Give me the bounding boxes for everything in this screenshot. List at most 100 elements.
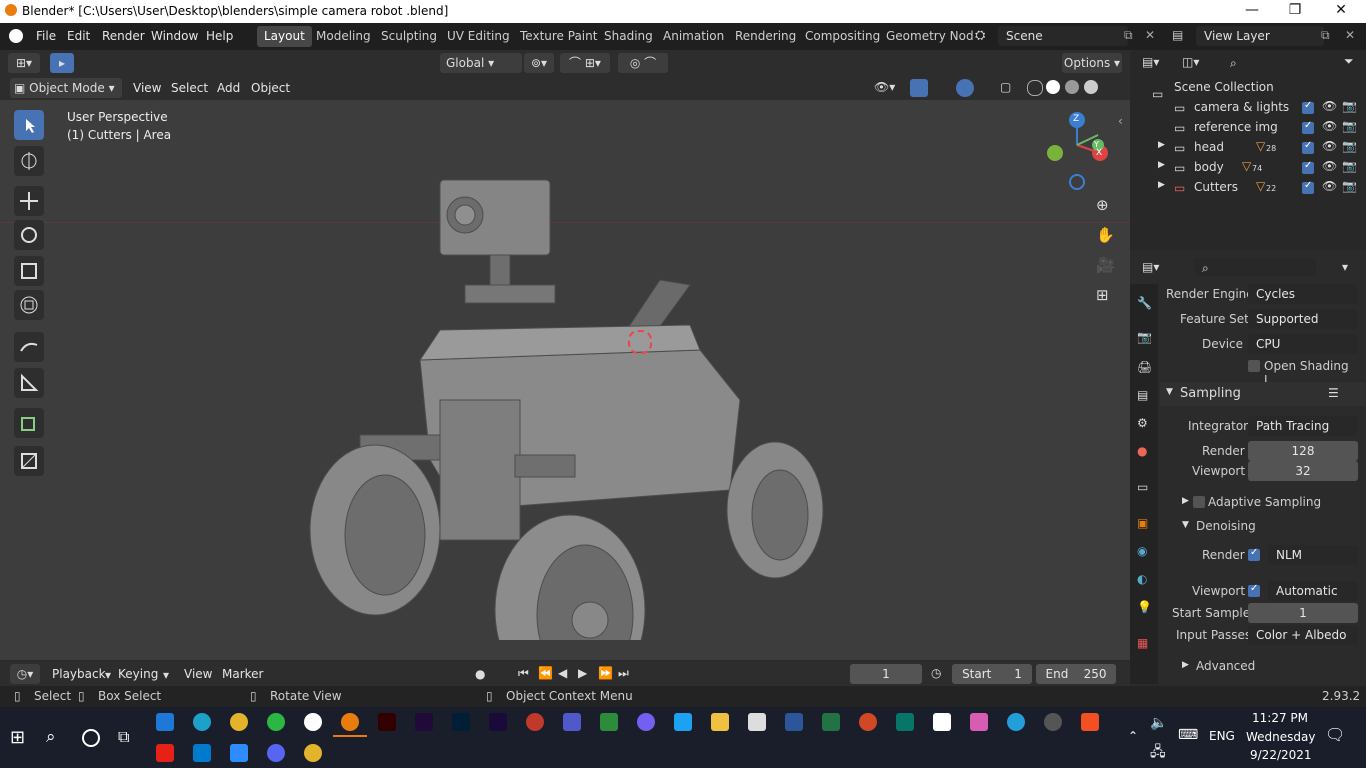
meet-icon[interactable]	[600, 713, 618, 731]
zoom-icon[interactable]: ⊕	[1096, 196, 1109, 214]
play-icon[interactable]: ▶	[578, 666, 587, 680]
outliner-row-head[interactable]: ▶ ▭ head ▽ 28 👁 📷	[1130, 138, 1366, 158]
denoise-viewport-checkbox[interactable]	[1248, 583, 1260, 597]
chrome-icon[interactable]	[230, 713, 248, 731]
input-passes-dropdown[interactable]: Color + Albedo	[1248, 625, 1358, 645]
delete-scene-icon[interactable]: ✕	[1145, 28, 1155, 42]
mail-icon[interactable]	[156, 713, 174, 731]
overlay-toggle-icon[interactable]	[956, 79, 974, 97]
exclude-checkbox[interactable]	[1302, 180, 1314, 194]
jump-end-icon[interactable]: ⏭	[618, 666, 629, 681]
adaptive-sampling-checkbox[interactable]	[1193, 496, 1205, 508]
sampling-panel-header[interactable]: ▼ Sampling ☰	[1160, 382, 1366, 406]
collapse-arrow-icon[interactable]: ▼	[1182, 520, 1189, 530]
camera-render-icon[interactable]: 📷	[1342, 99, 1357, 113]
chrome-alt-icon[interactable]	[304, 744, 322, 762]
camera-render-icon[interactable]: 📷	[1342, 119, 1357, 133]
file-explorer-icon[interactable]	[711, 713, 729, 731]
tab-compositing[interactable]: Compositing	[798, 26, 887, 47]
office-icon[interactable]	[1081, 713, 1099, 731]
edge-icon[interactable]	[193, 713, 211, 731]
keying-menu[interactable]: Keying	[118, 667, 158, 681]
expand-arrow-icon[interactable]: ▶	[1182, 496, 1189, 506]
robot-model[interactable]	[300, 160, 840, 640]
next-keyframe-icon[interactable]: ⏩	[598, 666, 613, 680]
render-tab-icon[interactable]: 📷	[1137, 330, 1152, 344]
visibility-icon[interactable]: 👁▾	[874, 80, 895, 94]
outliner-row-reference-img[interactable]: ▭ reference img 👁 📷	[1130, 118, 1366, 138]
expand-arrow-icon[interactable]: ▶	[1158, 180, 1165, 190]
preview-range-icon[interactable]: ◷	[931, 666, 941, 680]
timeline-view-menu[interactable]: View	[184, 667, 212, 681]
tab-sculpting[interactable]: Sculpting	[374, 26, 444, 47]
view-layer-icon[interactable]: ▤	[1172, 28, 1183, 42]
mode-dropdown[interactable]: ▣ Object Mode ▾	[10, 78, 122, 98]
select-box-tool[interactable]	[14, 110, 44, 140]
viewport-samples-field[interactable]: 32	[1248, 461, 1358, 481]
steam-icon[interactable]	[1044, 713, 1062, 731]
world-tab-icon[interactable]: ●	[1137, 444, 1147, 458]
media-encoder-icon[interactable]	[489, 713, 507, 731]
illustrator-icon[interactable]	[378, 713, 396, 731]
jump-start-icon[interactable]: ⏮	[518, 666, 529, 681]
material-shading-icon[interactable]	[1065, 80, 1079, 94]
expand-arrow-icon[interactable]: ▶	[1158, 160, 1165, 170]
minimize-button[interactable]: —	[1229, 2, 1275, 18]
advanced-label[interactable]: Advanced	[1196, 659, 1255, 673]
language-indicator[interactable]: ENG	[1209, 729, 1235, 743]
record-icon[interactable]: ●	[475, 667, 485, 681]
notepad-icon[interactable]	[933, 713, 951, 731]
excel-icon[interactable]	[822, 713, 840, 731]
view-layer-field[interactable]: View Layer	[1196, 26, 1324, 46]
marker-menu[interactable]: Marker	[222, 667, 263, 681]
close-button[interactable]: ✕	[1318, 2, 1364, 18]
eye-icon[interactable]: 👁	[1322, 119, 1337, 133]
notification-icon[interactable]: 🗨	[1325, 725, 1345, 744]
filter-icon[interactable]: ⏷	[1344, 54, 1354, 69]
collection-tab-icon[interactable]: ▭	[1137, 480, 1148, 494]
outliner-row-camera-lights[interactable]: ▭ camera & lights 👁 📷	[1130, 98, 1366, 118]
annotate-tool[interactable]	[14, 332, 44, 362]
tab-texture-paint[interactable]: Texture Paint	[513, 26, 604, 47]
camera-view-icon[interactable]: 🎥	[1096, 256, 1115, 274]
tool-tab-icon[interactable]: 🔧	[1137, 296, 1152, 310]
zoom-app-icon[interactable]	[230, 744, 248, 762]
cursor-tool[interactable]	[14, 146, 44, 176]
snap-icon[interactable]: ⌒ ⊞▾	[560, 53, 610, 73]
start-sample-field[interactable]: 1	[1248, 603, 1358, 623]
discord-icon[interactable]	[267, 744, 285, 762]
current-frame-field[interactable]: 1	[850, 664, 922, 684]
properties-options-icon[interactable]: ▾	[1342, 260, 1348, 274]
camera-render-icon[interactable]: 📷	[1342, 159, 1357, 173]
menu-edit[interactable]: Edit	[67, 29, 90, 43]
blender-taskbar-icon[interactable]	[341, 713, 359, 731]
task-view-icon[interactable]: ⧉	[118, 727, 129, 747]
playback-menu[interactable]: Playback	[52, 667, 106, 681]
render-engine-dropdown[interactable]: Cycles	[1248, 284, 1358, 304]
3d-viewport[interactable]: User Perspective (1) Cutters | Area Z X …	[0, 100, 1130, 660]
network-icon[interactable]: 🖧	[1150, 741, 1166, 765]
select-tool-icon[interactable]: ▸	[50, 53, 74, 73]
denoise-render-dropdown[interactable]: NLM	[1268, 545, 1358, 565]
tab-layout[interactable]: Layout	[257, 26, 312, 47]
eye-icon[interactable]: 👁	[1322, 159, 1337, 173]
options-dropdown[interactable]: Options ▾	[1062, 53, 1122, 73]
whatsapp-icon[interactable]	[267, 713, 285, 731]
viber-icon[interactable]	[637, 713, 655, 731]
delete-view-layer-icon[interactable]: ✕	[1345, 28, 1355, 42]
prev-keyframe-icon[interactable]: ⏪	[538, 666, 553, 680]
image-tool[interactable]	[14, 446, 44, 476]
sidebar-toggle-icon[interactable]: ‹	[1118, 114, 1123, 128]
after-effects-icon[interactable]	[415, 713, 433, 731]
eye-icon[interactable]: 👁	[1322, 139, 1337, 153]
output-tab-icon[interactable]: 🖨	[1137, 360, 1152, 374]
data-tab-icon[interactable]: 💡	[1137, 600, 1152, 614]
timeline-editor-icon[interactable]: ◷▾	[10, 664, 40, 684]
render-samples-field[interactable]: 128	[1248, 441, 1358, 461]
store-icon[interactable]	[748, 713, 766, 731]
menu-window[interactable]: Window	[151, 29, 198, 43]
tray-chevron-icon[interactable]: ⌃	[1128, 729, 1138, 743]
start-icon[interactable]: ⊞	[10, 727, 25, 748]
search-icon[interactable]: ⌕	[46, 727, 56, 747]
eye-icon[interactable]: 👁	[1322, 99, 1337, 113]
